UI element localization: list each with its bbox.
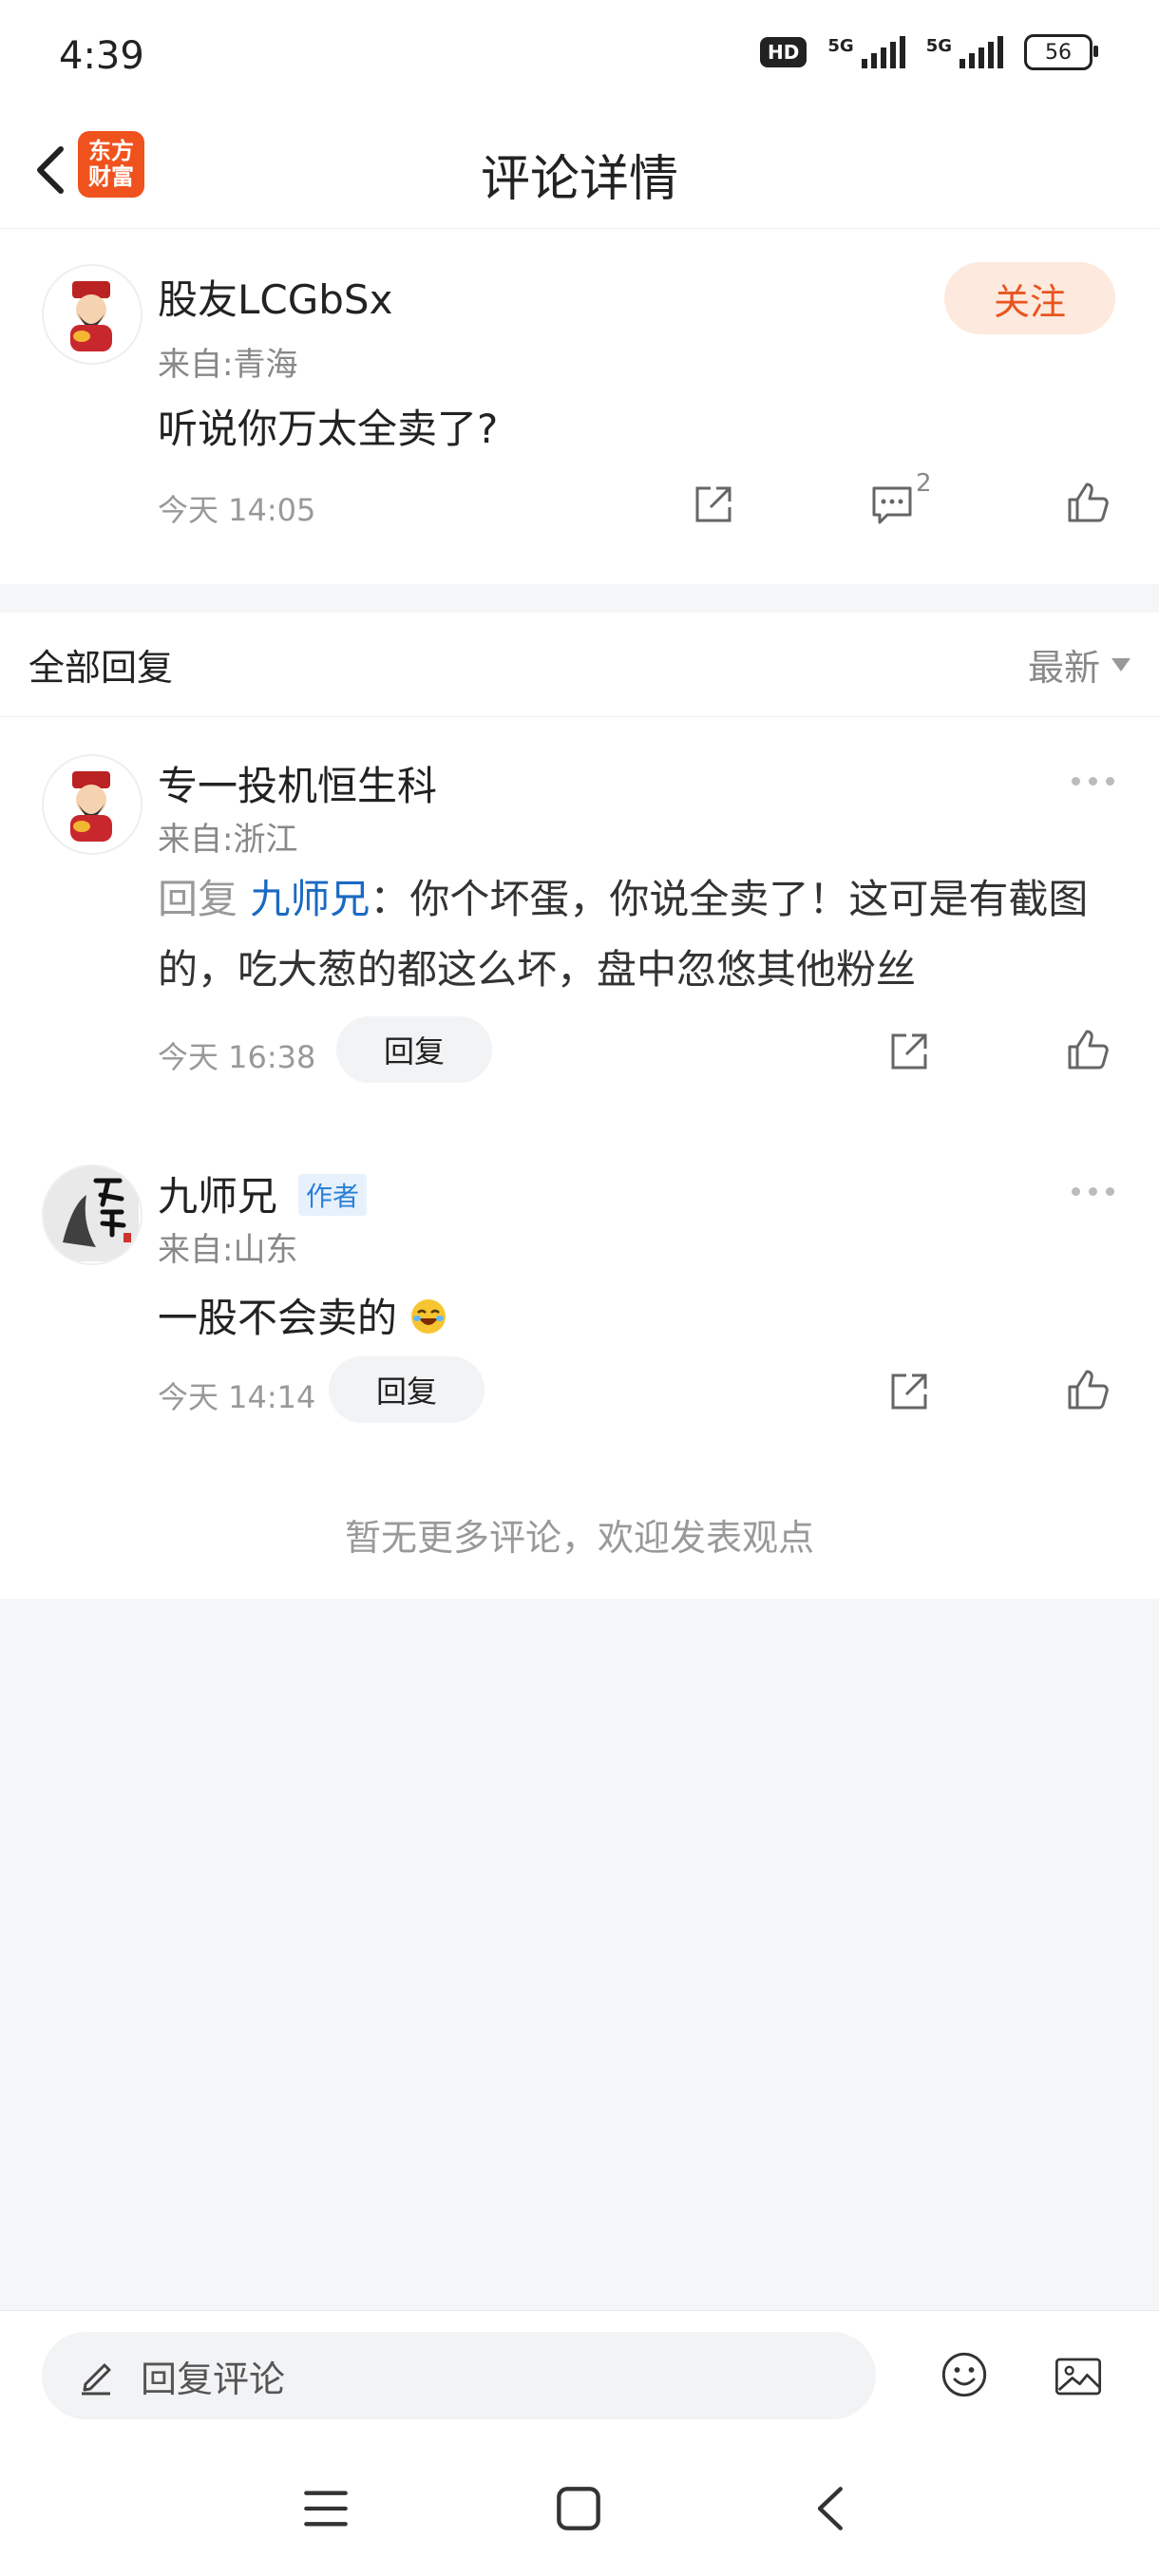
menu-button[interactable] (302, 2485, 348, 2529)
reply-prefix: 回复 (158, 876, 238, 922)
thumbs-up-icon (1068, 1370, 1109, 1410)
avatar[interactable] (42, 264, 142, 365)
share-button[interactable] (885, 1368, 933, 1415)
share-icon (891, 1373, 927, 1410)
share-button[interactable] (885, 1028, 933, 1075)
smiley-icon (941, 2352, 987, 2397)
nav-back-button[interactable] (808, 2485, 851, 2530)
system-nav-bar (0, 2443, 1159, 2576)
divider (0, 716, 1159, 717)
section-separator (0, 584, 1159, 613)
page-title: 评论详情 (480, 151, 678, 208)
like-button[interactable] (1064, 479, 1112, 526)
more-options-button[interactable] (1072, 777, 1114, 786)
reply-text: 一股不会卖的 (158, 1286, 447, 1344)
share-button[interactable] (690, 481, 737, 528)
calligraphy-avatar-icon (44, 1166, 139, 1261)
reply-text: 回复 九师兄：你个坏蛋，你说全卖了！这可是有截图的，吃大葱的都这么坏，盘中忽悠其… (158, 864, 1117, 1005)
comment-username[interactable]: 股友LCGbSx (158, 268, 392, 326)
avatar[interactable] (42, 1165, 142, 1265)
status-time: 4:39 (59, 34, 144, 78)
chevron-left-icon (817, 2487, 843, 2530)
status-bar: 4:39 HD 5G 5G 56 (0, 0, 1159, 114)
emoji-button[interactable] (940, 2351, 998, 2408)
no-more-comments-note: 暂无更多评论，欢迎发表观点 (344, 1517, 814, 1559)
reply-username[interactable]: 专一投机恒生科 (158, 754, 437, 812)
bottom-input-bar: 回复评论 (0, 2310, 1159, 2444)
god-of-wealth-avatar-icon (44, 756, 139, 851)
pencil-icon (82, 2363, 111, 2396)
author-badge: 作者 (298, 1174, 368, 1216)
reply-time: 今天 14:14 (158, 1379, 316, 1415)
comment-button[interactable] (868, 481, 916, 528)
share-icon (891, 1033, 927, 1070)
battery-level: 56 (1045, 40, 1072, 65)
thumbs-up-icon (1068, 483, 1109, 522)
thumbs-up-icon (1068, 1030, 1109, 1070)
laughing-emoji-icon (411, 1299, 446, 1334)
signal-icon-2: 5G (926, 36, 1003, 68)
avatar[interactable] (42, 754, 142, 855)
comment-count: 2 (916, 469, 932, 498)
reply-time: 今天 16:38 (158, 1039, 316, 1075)
share-icon (695, 486, 732, 522)
like-button[interactable] (1064, 1366, 1112, 1413)
reply-input-placeholder: 回复评论 (141, 2358, 286, 2400)
comment-icon (872, 486, 912, 524)
hd-icon: HD (760, 37, 808, 67)
reply-location: 来自:山东 (158, 1231, 298, 1269)
reply-input[interactable]: 回复评论 (42, 2332, 876, 2419)
comment-time: 今天 14:05 (158, 492, 316, 528)
like-button[interactable] (1064, 1026, 1112, 1073)
image-icon (1054, 2358, 1102, 2396)
caret-down-icon (1112, 657, 1130, 672)
reply-to-user-link[interactable]: 九师兄 (250, 876, 370, 922)
comment-location: 来自:青海 (158, 346, 298, 384)
signal-icon-1: 5G (827, 36, 905, 68)
all-replies-heading: 全部回复 (28, 647, 174, 689)
image-button[interactable] (1054, 2353, 1115, 2406)
status-icons: HD 5G 5G 56 (760, 34, 1098, 70)
menu-icon (304, 2491, 348, 2527)
follow-button[interactable]: 关注 (944, 262, 1115, 334)
home-button[interactable] (555, 2485, 600, 2530)
reply-button[interactable]: 回复 (329, 1356, 484, 1423)
reply-body: 一股不会卖的 (158, 1295, 398, 1341)
battery-icon: 56 (1024, 34, 1098, 70)
reply-username[interactable]: 九师兄 (158, 1165, 277, 1222)
reply-location: 来自:浙江 (158, 821, 298, 859)
god-of-wealth-avatar-icon (44, 266, 139, 361)
sort-dropdown[interactable]: 最新 (1028, 638, 1130, 691)
comment-text: 听说你万太全卖了? (158, 406, 499, 452)
more-options-button[interactable] (1072, 1187, 1114, 1196)
top-nav-bar: 东方 财富 评论详情 (0, 114, 1159, 229)
sort-label: 最新 (1027, 647, 1100, 689)
home-square-icon (557, 2487, 600, 2530)
reply-button[interactable]: 回复 (336, 1016, 492, 1083)
